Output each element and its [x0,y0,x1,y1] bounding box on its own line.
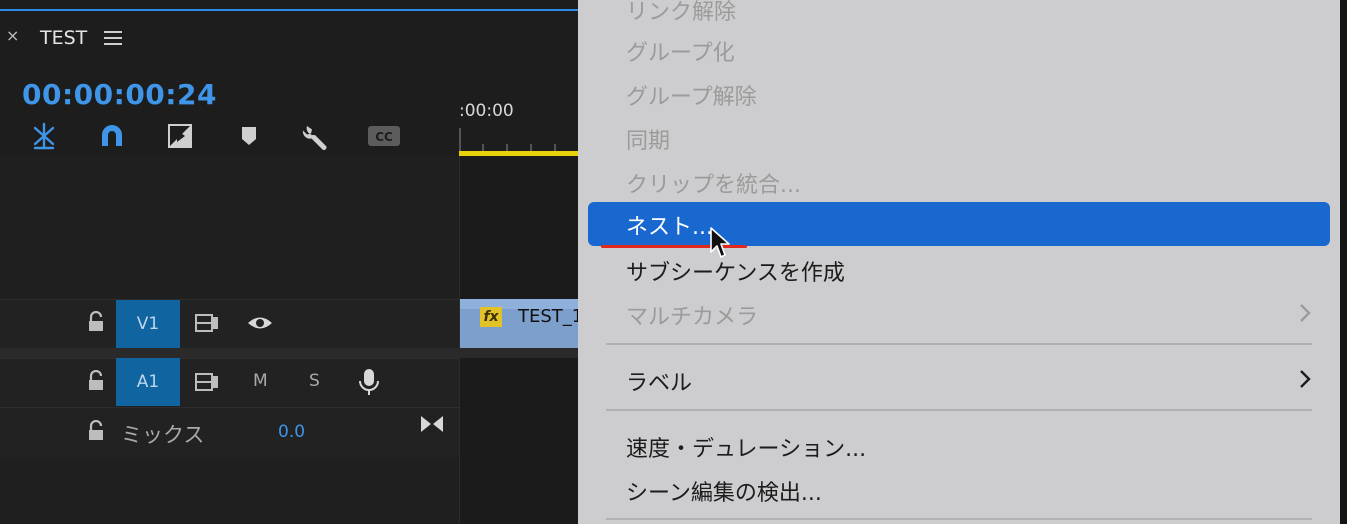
menu-item-multi-camera[interactable]: マルチカメラ [626,299,758,331]
menu-item-synchronize[interactable]: 同期 [626,123,670,155]
menu-item-ungroup[interactable]: グループ解除 [626,79,757,111]
close-tab-icon[interactable]: × [6,28,19,44]
mix-track: ミックス 0.0 [0,407,578,457]
menu-item-make-subsequence[interactable]: サブシーケンスを作成 [626,255,845,287]
bowtie-icon[interactable] [419,413,445,435]
menu-item-unlink[interactable]: リンク解除 [626,0,736,26]
sequence-tab-title[interactable]: TEST [40,27,87,49]
panel-menu-icon[interactable] [104,31,122,45]
mute-button[interactable]: M [253,371,268,391]
track-header-mix [0,407,459,457]
menu-item-nest[interactable]: ネスト... [588,202,1330,246]
video-clip[interactable]: fx TEST_1 [460,299,583,348]
mix-volume-value[interactable]: 0.0 [278,422,305,442]
time-ruler[interactable] [459,124,578,152]
playhead-timecode[interactable]: 00:00:00:24 [22,78,217,111]
panel-focus-bar [0,9,578,11]
wrench-icon[interactable] [296,116,336,156]
time-ruler-label: :00:00 [459,101,514,121]
track-header-v1 [0,299,459,348]
menu-item-group[interactable]: グループ化 [626,35,735,67]
timeline-toolbar: CC [0,116,458,156]
video-audio-divider[interactable] [0,348,578,358]
track-target-a1[interactable]: A1 [116,358,180,406]
menu-item-nest-label: ネスト... [626,215,713,240]
linked-selection-icon[interactable] [160,116,200,156]
menu-item-scene-edit-detection[interactable]: シーン編集の検出... [626,475,822,507]
fx-badge: fx [480,307,502,327]
solo-button[interactable]: S [309,371,320,391]
snap-insert-icon[interactable] [24,116,64,156]
chevron-right-icon [1300,304,1311,322]
lock-icon[interactable] [86,370,106,392]
svg-text:CC: CC [375,130,393,144]
mix-label: ミックス [121,423,205,447]
add-marker-icon[interactable] [229,116,269,156]
menu-divider [606,409,1312,411]
magnet-icon[interactable] [92,116,132,156]
menu-item-merge-clips[interactable]: クリップを統合... [626,167,801,199]
lock-icon[interactable] [86,420,106,442]
eye-icon[interactable] [247,312,273,334]
clip-name: TEST_1 [518,306,584,327]
context-menu: リンク解除 グループ化 グループ解除 同期 クリップを統合... ネスト... … [578,0,1340,524]
microphone-icon[interactable] [356,367,382,397]
lock-icon[interactable] [86,311,106,333]
sync-lock-icon[interactable] [194,312,220,334]
sync-lock-icon[interactable] [194,371,220,393]
background-program-monitor [1340,0,1347,524]
track-target-v1[interactable]: V1 [116,300,180,348]
audio-track-a1: A1 M S [0,358,578,406]
track-header-a1 [0,358,459,406]
captions-icon[interactable]: CC [364,116,404,156]
chevron-right-icon [1300,370,1311,388]
menu-divider [606,518,1312,520]
mouse-cursor-icon [710,227,730,258]
menu-item-label[interactable]: ラベル [626,365,692,397]
menu-item-speed-duration[interactable]: 速度・デュレーション... [626,431,866,463]
menu-divider [606,343,1312,345]
